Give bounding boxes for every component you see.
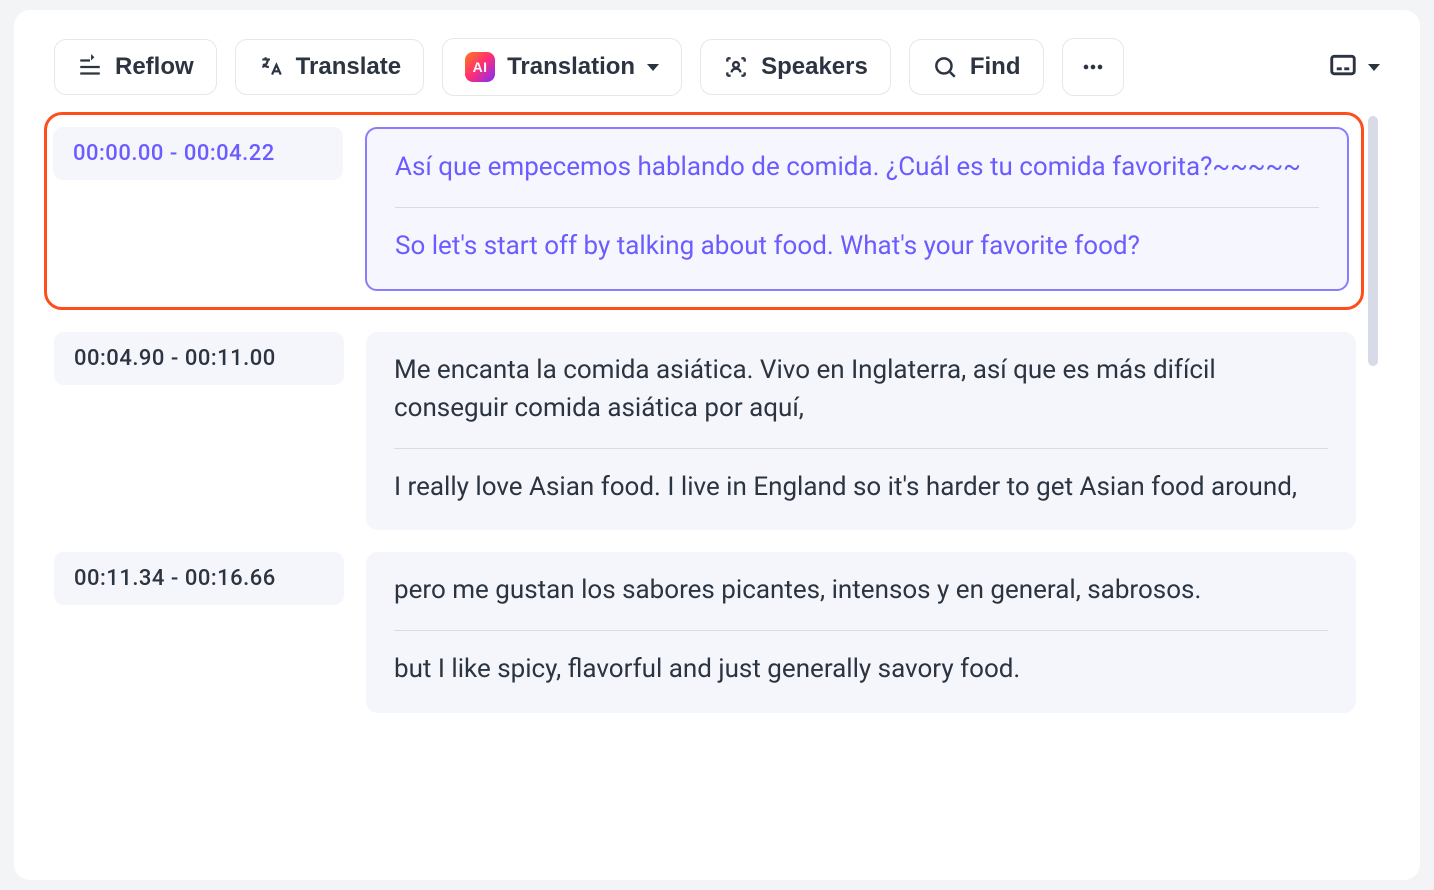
find-label: Find [970, 53, 1021, 81]
translate-icon [258, 54, 284, 80]
segment-list: 00:00.00 - 00:04.22 Así que empecemos ha… [54, 112, 1380, 713]
search-icon [932, 54, 958, 80]
text-block[interactable]: Así que empecemos hablando de comida. ¿C… [365, 127, 1349, 291]
timestamp[interactable]: 00:04.90 - 00:11.00 [54, 332, 344, 385]
source-text: Así que empecemos hablando de comida. ¿C… [395, 149, 1319, 187]
reflow-label: Reflow [115, 53, 194, 81]
target-text: but I like spicy, flavorful and just gen… [394, 651, 1328, 689]
source-text: Me encanta la comida asiática. Vivo en I… [394, 352, 1328, 427]
reflow-icon [77, 54, 103, 80]
translate-label: Translate [296, 53, 401, 81]
scrollbar[interactable] [1368, 116, 1378, 366]
text-divider [394, 448, 1328, 449]
find-button[interactable]: Find [909, 39, 1044, 95]
view-toggle[interactable] [1328, 50, 1380, 84]
text-divider [395, 207, 1319, 208]
segment-row[interactable]: 00:04.90 - 00:11.00 Me encanta la comida… [54, 332, 1356, 530]
speakers-label: Speakers [761, 53, 868, 81]
more-button[interactable] [1062, 38, 1124, 96]
translation-dropdown[interactable]: AI Translation [442, 38, 682, 96]
timestamp[interactable]: 00:11.34 - 00:16.66 [54, 552, 344, 605]
target-text: So let's start off by talking about food… [395, 228, 1319, 266]
segment-row-active[interactable]: 00:00.00 - 00:04.22 Así que empecemos ha… [44, 112, 1364, 310]
chevron-down-icon [647, 64, 659, 71]
chevron-down-icon [1368, 64, 1380, 71]
text-block[interactable]: pero me gustan los sabores picantes, int… [366, 552, 1356, 712]
translate-button[interactable]: Translate [235, 39, 424, 95]
timestamp[interactable]: 00:00.00 - 00:04.22 [53, 127, 343, 180]
speakers-button[interactable]: Speakers [700, 39, 891, 95]
subtitle-view-icon [1328, 50, 1358, 84]
target-text: I really love Asian food. I live in Engl… [394, 469, 1328, 507]
text-block[interactable]: Me encanta la comida asiática. Vivo en I… [366, 332, 1356, 530]
ai-icon: AI [465, 52, 495, 82]
editor-panel: Reflow Translate AI Translation Speakers… [14, 10, 1420, 880]
source-text: pero me gustan los sabores picantes, int… [394, 572, 1328, 610]
text-divider [394, 630, 1328, 631]
speakers-icon [723, 54, 749, 80]
segment-row[interactable]: 00:11.34 - 00:16.66 pero me gustan los s… [54, 552, 1356, 712]
translation-label: Translation [507, 53, 635, 81]
toolbar: Reflow Translate AI Translation Speakers… [54, 38, 1380, 96]
more-icon [1079, 53, 1107, 81]
reflow-button[interactable]: Reflow [54, 39, 217, 95]
